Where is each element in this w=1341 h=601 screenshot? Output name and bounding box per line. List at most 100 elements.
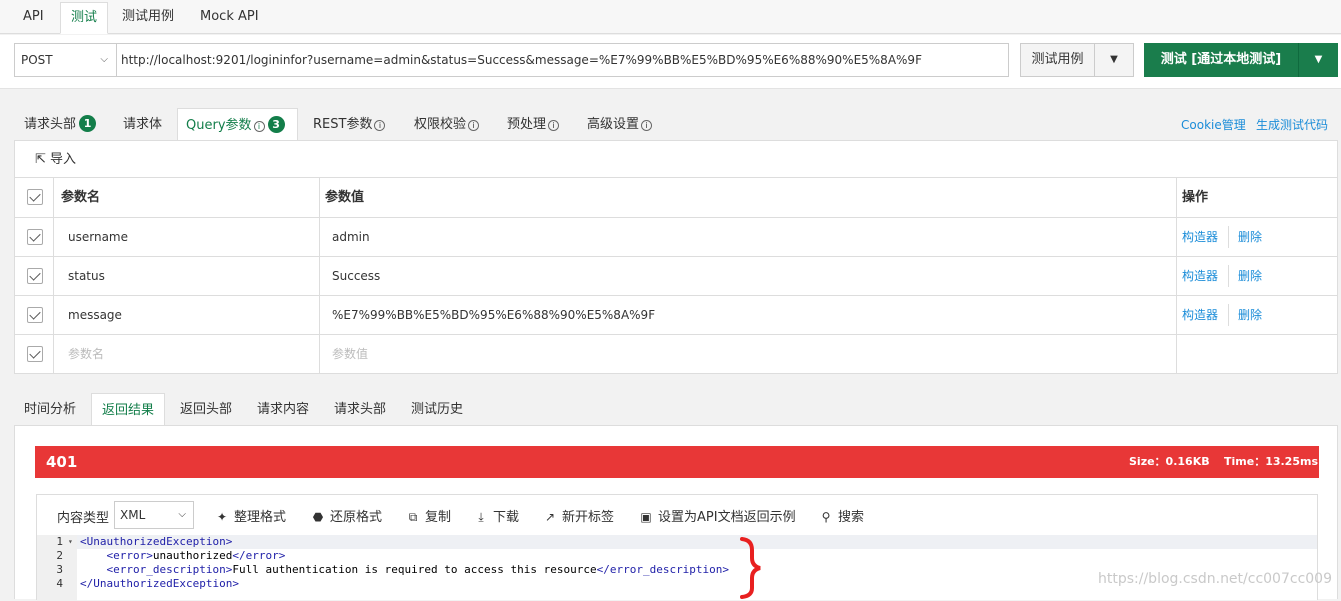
- search-label: 搜索: [838, 510, 865, 525]
- row-checkbox[interactable]: [27, 268, 43, 284]
- tab-label: REST参数: [313, 117, 373, 132]
- param-name[interactable]: status: [68, 257, 105, 295]
- url-input[interactable]: http://localhost:9201/logininfor?usernam…: [116, 43, 1009, 77]
- import-label: 导入: [50, 152, 77, 167]
- builder-link[interactable]: 构造器: [1182, 218, 1218, 256]
- table-row: message %E7%99%BB%E5%BD%95%E6%88%90%E5%8…: [15, 296, 1337, 335]
- param-value-input[interactable]: 参数值: [332, 335, 368, 373]
- tab-label: 请求体: [123, 117, 163, 132]
- set-example-button[interactable]: ▣ 设置为API文档返回示例: [639, 505, 795, 529]
- chevron-down-icon: ⌵: [100, 54, 108, 65]
- table-row: username admin 构造器 删除: [15, 218, 1337, 257]
- status-code: 401: [46, 453, 78, 471]
- caret-down-icon[interactable]: ▼: [1298, 43, 1338, 77]
- copy-button[interactable]: ⧉ 复制: [406, 505, 451, 529]
- row-checkbox[interactable]: [27, 229, 43, 245]
- row-checkbox[interactable]: [27, 346, 43, 362]
- external-link-icon: ↗: [544, 510, 556, 524]
- info-icon: i: [253, 121, 265, 132]
- red-brace-annotation: [740, 537, 761, 599]
- tab-query-params[interactable]: Query参数 i 3: [177, 108, 298, 141]
- download-button[interactable]: ⤓ 下载: [474, 505, 519, 529]
- search-button[interactable]: ⚲ 搜索: [819, 505, 864, 529]
- info-icon: i: [548, 120, 560, 131]
- line-number: 3: [56, 563, 63, 576]
- builder-link[interactable]: 构造器: [1182, 296, 1218, 334]
- param-value[interactable]: Success: [332, 257, 380, 295]
- run-test-button[interactable]: 测试 [通过本地测试] ▼: [1144, 43, 1338, 77]
- xml-tag: UnauthorizedException: [86, 535, 226, 548]
- row-checkbox[interactable]: [27, 307, 43, 323]
- info-icon: i: [641, 120, 653, 131]
- download-icon: ⤓: [478, 510, 484, 524]
- tab-label: 预处理: [507, 117, 547, 132]
- param-value[interactable]: %E7%99%BB%E5%BD%95%E6%88%90%E5%8A%9F: [332, 296, 655, 334]
- count-badge: 1: [79, 115, 97, 132]
- format-button[interactable]: ✦ 整理格式: [215, 505, 286, 529]
- tab-preprocess[interactable]: 预处理 i: [499, 108, 567, 141]
- generate-code-link[interactable]: 生成测试代码: [1256, 116, 1328, 133]
- line-number: 2: [56, 549, 63, 562]
- tab-api[interactable]: API: [13, 2, 54, 34]
- tab-label: 高级设置: [587, 117, 640, 132]
- caret-down-icon[interactable]: ▼: [1095, 44, 1133, 76]
- status-bar: 401 Size：0.16KB Time：13.25ms: [35, 446, 1319, 478]
- tab-label: 权限校验: [414, 117, 467, 132]
- tab-request-content[interactable]: 请求内容: [249, 393, 317, 426]
- content-type-label: 内容类型: [57, 511, 110, 526]
- param-name-input[interactable]: 参数名: [68, 335, 104, 373]
- delete-link[interactable]: 删除: [1238, 296, 1262, 334]
- select-all-checkbox[interactable]: [27, 189, 43, 205]
- table-row: status Success 构造器 删除: [15, 257, 1337, 296]
- method-value: POST: [21, 53, 53, 67]
- method-select[interactable]: POST ⌵: [14, 43, 116, 77]
- cookie-manage-link[interactable]: Cookie管理: [1181, 116, 1246, 133]
- tab-request-headers-res[interactable]: 请求头部: [326, 393, 394, 426]
- top-tab-bar: API 测试 测试用例 Mock API: [0, 0, 1341, 34]
- tab-request-body[interactable]: 请求体: [115, 108, 170, 141]
- tab-auth[interactable]: 权限校验 i: [406, 108, 487, 141]
- tab-rest-params[interactable]: REST参数 i: [305, 108, 393, 141]
- tab-test[interactable]: 测试: [60, 2, 109, 34]
- tab-timing[interactable]: 时间分析: [16, 393, 84, 426]
- search-icon: ⚲: [821, 510, 831, 524]
- content-type-value: XML: [120, 508, 146, 522]
- col-header-ops: 操作: [1182, 190, 1209, 205]
- tab-request-headers[interactable]: 请求头部 1: [16, 108, 104, 141]
- new-tab-button[interactable]: ↗ 新开标签: [543, 505, 614, 529]
- fold-arrow-icon[interactable]: ▾: [68, 535, 73, 549]
- tab-test-history[interactable]: 测试历史: [403, 393, 471, 426]
- watermark: https://blog.csdn.net/cc007cc009: [1098, 571, 1332, 587]
- request-tab-bar: 请求头部 1 请求体 Query参数 i 3 REST参数 i 权限校验 i 预处理 i 高…: [0, 108, 1341, 141]
- code-editor[interactable]: 1 ▾ 2 3 4 <UnauthorizedException> <error…: [37, 535, 1317, 601]
- tab-mock-api[interactable]: Mock API: [190, 2, 269, 34]
- format-label: 整理格式: [234, 510, 287, 525]
- restore-button[interactable]: ⬣ 还原格式: [311, 505, 382, 529]
- param-name[interactable]: username: [68, 218, 128, 256]
- tab-test-cases[interactable]: 测试用例: [112, 2, 184, 34]
- import-bar: ⇱ 导入: [15, 141, 1337, 178]
- code-line: <error_description>Full authentication i…: [106, 563, 730, 576]
- run-test-label: 测试 [通过本地测试]: [1160, 52, 1282, 67]
- code-line: <error>unauthorized</error>: [106, 549, 286, 562]
- param-value[interactable]: admin: [332, 218, 370, 256]
- content-type-select[interactable]: XML ⌵: [114, 501, 194, 529]
- delete-link[interactable]: 删除: [1238, 257, 1262, 295]
- tab-response-headers[interactable]: 返回头部: [172, 393, 240, 426]
- code-line: <UnauthorizedException>: [80, 535, 233, 548]
- tab-advanced[interactable]: 高级设置 i: [579, 108, 660, 141]
- import-button[interactable]: ⇱ 导入: [35, 151, 76, 169]
- count-badge: 3: [267, 116, 285, 133]
- test-cases-button[interactable]: 测试用例 ▼: [1020, 43, 1134, 77]
- download-label: 下载: [493, 510, 520, 525]
- import-icon: ⇱: [35, 152, 46, 167]
- restore-label: 还原格式: [330, 510, 383, 525]
- response-size: Size：0.16KB: [1129, 455, 1210, 468]
- xml-text: Full authentication is required to acces…: [232, 563, 597, 576]
- builder-link[interactable]: 构造器: [1182, 257, 1218, 295]
- param-name[interactable]: message: [68, 296, 122, 334]
- tab-response-result[interactable]: 返回结果: [91, 393, 166, 426]
- tab-label: 请求头部: [24, 117, 77, 132]
- delete-link[interactable]: 删除: [1238, 218, 1262, 256]
- col-header-name: 参数名: [61, 190, 101, 205]
